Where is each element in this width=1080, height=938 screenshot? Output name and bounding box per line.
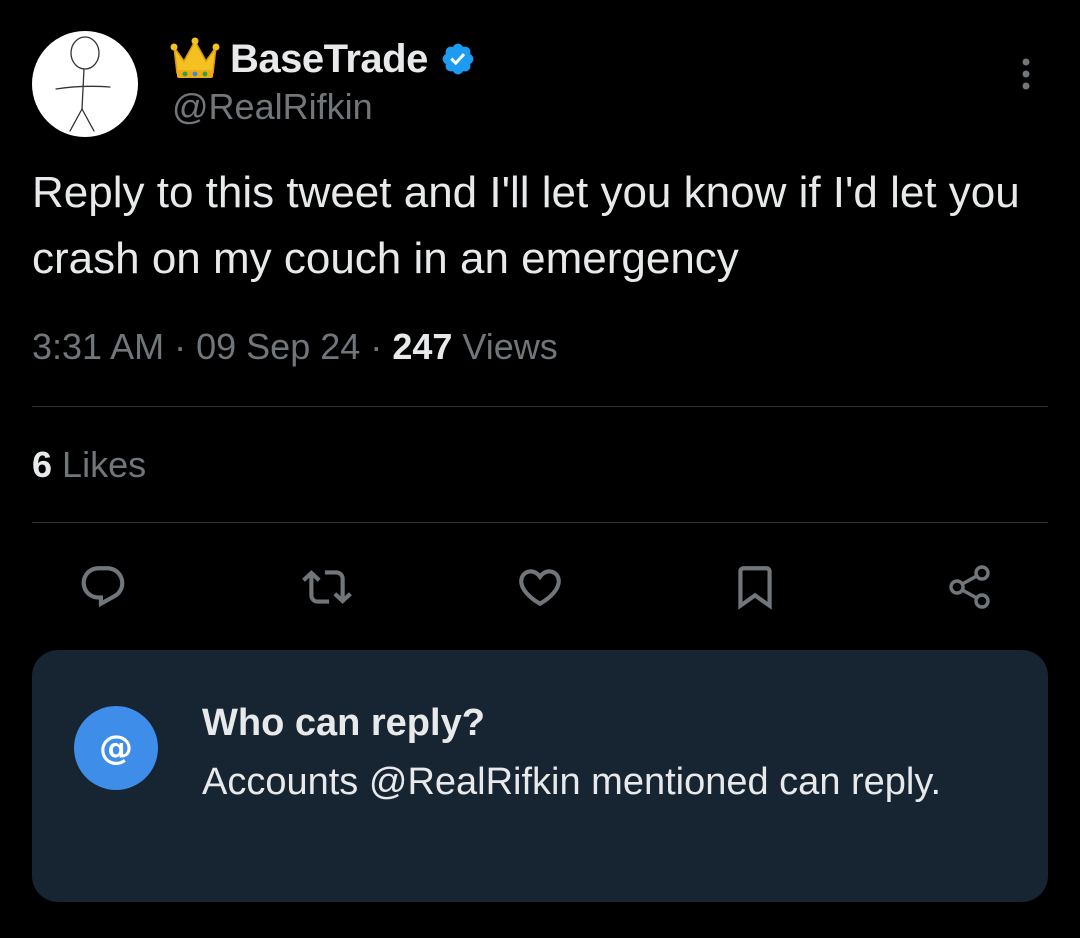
like-button[interactable] — [515, 562, 565, 612]
tweet-time[interactable]: 3:31 AM — [32, 326, 164, 367]
meta-separator: · — [174, 326, 187, 367]
author-name-row[interactable]: BaseTrade — [170, 34, 476, 84]
who-can-reply-title: Who can reply? — [202, 702, 485, 744]
likes-label[interactable]: Likes — [62, 444, 146, 485]
avatar[interactable] — [32, 31, 138, 137]
svg-text:@: @ — [99, 728, 133, 768]
tweet-date[interactable]: 09 Sep 24 — [196, 326, 360, 367]
more-options-icon[interactable] — [1008, 56, 1044, 96]
retweet-icon — [302, 570, 352, 604]
who-can-reply-description: Accounts @RealRifkin mentioned can reply… — [202, 761, 942, 803]
tweet-meta: 3:31 AM · 09 Sep 24 · 247 Views — [32, 326, 558, 368]
author-display-name[interactable]: BaseTrade — [230, 37, 428, 82]
stick-figure-avatar-image — [55, 36, 111, 132]
bookmark-button[interactable] — [730, 562, 780, 612]
views-count[interactable]: 247 — [392, 326, 452, 367]
like-icon — [519, 569, 561, 607]
verified-badge-icon[interactable] — [440, 41, 476, 77]
likes-summary[interactable]: 6 Likes — [32, 444, 146, 486]
reply-icon — [81, 566, 125, 608]
who-can-reply-card: @ Who can reply? Accounts @RealRifkin me… — [32, 650, 1048, 902]
divider — [32, 522, 1048, 523]
author-handle[interactable]: @RealRifkin — [172, 86, 373, 128]
views-label: Views — [462, 326, 558, 367]
meta-separator: · — [370, 326, 383, 367]
share-icon — [949, 565, 990, 609]
bookmark-icon — [738, 566, 772, 610]
tweet-text: Reply to this tweet and I'll let you kno… — [32, 168, 1020, 283]
at-sign-icon: @ — [74, 706, 158, 790]
share-button[interactable] — [945, 562, 995, 612]
reply-button[interactable] — [78, 562, 128, 612]
likes-count[interactable]: 6 — [32, 444, 52, 485]
retweet-button[interactable] — [302, 562, 352, 612]
crown-icon — [170, 37, 220, 81]
divider — [32, 406, 1048, 407]
